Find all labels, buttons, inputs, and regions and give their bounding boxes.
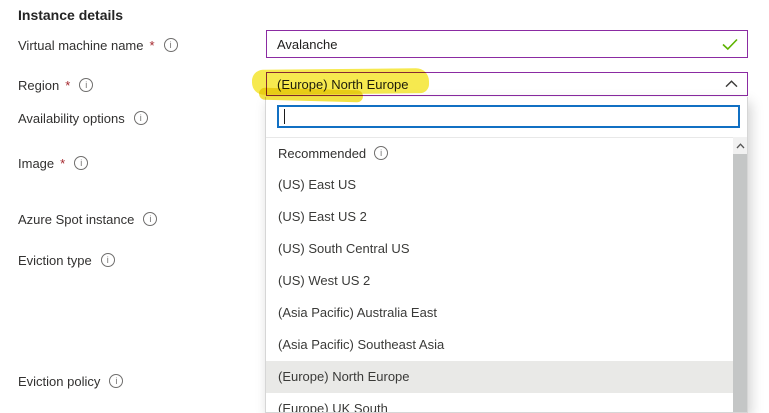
- field-label-azure-spot-instance: Azure Spot instance i: [18, 211, 157, 227]
- group-header-text: Recommended: [278, 146, 366, 161]
- field-label-virtual-machine-name: Virtual machine name * i: [18, 37, 178, 53]
- region-option-southeast-asia[interactable]: (Asia Pacific) Southeast Asia: [266, 329, 733, 361]
- region-option-north-europe-selected[interactable]: (Europe) North Europe: [266, 361, 733, 393]
- info-icon[interactable]: i: [74, 156, 88, 170]
- info-icon[interactable]: i: [374, 146, 388, 160]
- label-text: Azure Spot instance: [18, 212, 134, 227]
- virtual-machine-name-input[interactable]: Avalanche: [266, 30, 748, 58]
- valid-check-icon: [722, 38, 738, 51]
- chevron-up-icon: [725, 80, 738, 88]
- region-selected-value: (Europe) North Europe: [267, 77, 725, 92]
- info-icon[interactable]: i: [134, 111, 148, 125]
- info-icon[interactable]: i: [143, 212, 157, 226]
- field-label-region: Region * i: [18, 77, 93, 93]
- region-option-west-us-2[interactable]: (US) West US 2: [266, 265, 733, 297]
- scroll-up-arrow-icon: [736, 143, 745, 149]
- label-text: Image: [18, 156, 54, 171]
- required-asterisk: *: [60, 156, 65, 171]
- label-text: Eviction type: [18, 253, 92, 268]
- scrollbar-thumb[interactable]: [733, 154, 747, 412]
- label-text: Eviction policy: [18, 374, 100, 389]
- region-option-uk-south[interactable]: (Europe) UK South: [266, 393, 733, 413]
- field-label-availability-options: Availability options i: [18, 110, 148, 126]
- region-combobox[interactable]: (Europe) North Europe: [266, 72, 748, 96]
- field-label-eviction-type: Eviction type i: [18, 252, 115, 268]
- field-label-image: Image * i: [18, 155, 88, 171]
- region-dropdown-flyout: Recommended i (US) East US (US) East US …: [265, 97, 748, 413]
- section-title: Instance details: [18, 7, 123, 23]
- info-icon[interactable]: i: [79, 78, 93, 92]
- region-option-east-us[interactable]: (US) East US: [266, 169, 733, 201]
- vm-name-value: Avalanche: [267, 37, 722, 52]
- region-search-wrap: [277, 105, 740, 128]
- required-asterisk: *: [65, 78, 70, 93]
- instance-details-form: Instance details Virtual machine name * …: [0, 0, 769, 413]
- region-search-input[interactable]: [277, 105, 740, 128]
- text-caret: [284, 109, 285, 124]
- info-icon[interactable]: i: [164, 38, 178, 52]
- field-label-eviction-policy: Eviction policy i: [18, 373, 123, 389]
- region-option-australia-east[interactable]: (Asia Pacific) Australia East: [266, 297, 733, 329]
- info-icon[interactable]: i: [109, 374, 123, 388]
- label-text: Availability options: [18, 111, 125, 126]
- label-text: Virtual machine name: [18, 38, 144, 53]
- dropdown-group-recommended: Recommended i: [266, 137, 733, 169]
- region-option-east-us-2[interactable]: (US) East US 2: [266, 201, 733, 233]
- region-option-south-central-us[interactable]: (US) South Central US: [266, 233, 733, 265]
- scrollbar-up-button[interactable]: [733, 137, 747, 154]
- info-icon[interactable]: i: [101, 253, 115, 267]
- label-text: Region: [18, 78, 59, 93]
- dropdown-scrollbar[interactable]: [733, 137, 747, 412]
- required-asterisk: *: [150, 38, 155, 53]
